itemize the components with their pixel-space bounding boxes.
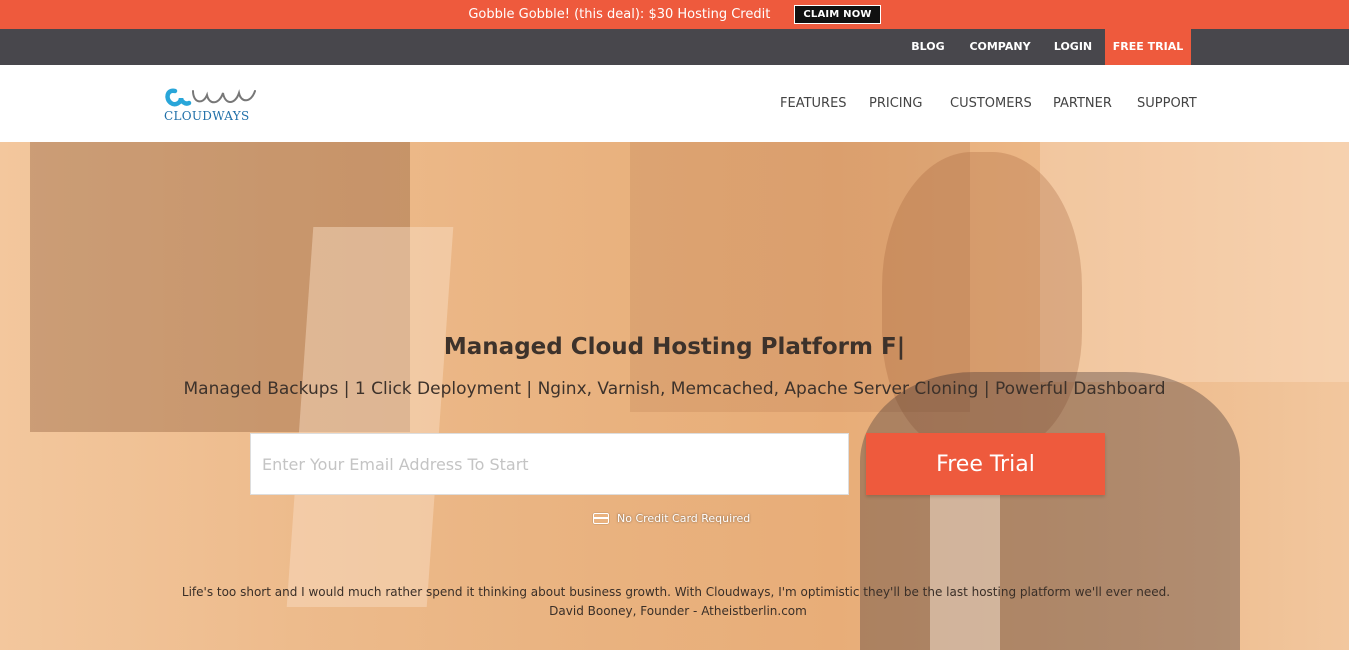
cloudways-logo[interactable]: CLOUDWAYS [163, 83, 259, 127]
testimonial-author: David Booney, Founder - Atheistberlin.co… [549, 604, 807, 618]
no-credit-card-note: No Credit Card Required [593, 510, 750, 526]
testimonial-quote: Life's too short and I would much rather… [181, 585, 1171, 599]
hero-background-monitor [286, 227, 454, 607]
util-link-login[interactable]: LOGIN [1044, 29, 1102, 65]
nav-customers[interactable]: CUSTOMERS [950, 65, 1032, 142]
claim-now-button[interactable]: CLAIM NOW [794, 5, 881, 24]
utility-bar: BLOG COMPANY LOGIN FREE TRIAL [0, 29, 1349, 65]
promo-bar: Gobble Gobble! (this deal): $30 Hosting … [0, 0, 1349, 29]
nav-features[interactable]: FEATURES [780, 65, 847, 142]
util-link-company[interactable]: COMPANY [962, 29, 1038, 65]
util-link-free-trial[interactable]: FREE TRIAL [1105, 29, 1191, 65]
email-input[interactable] [250, 433, 849, 495]
hero-title: Managed Cloud Hosting Platform F| [443, 334, 906, 360]
hero-section: Managed Cloud Hosting Platform F| Manage… [0, 142, 1349, 650]
nav-pricing[interactable]: PRICING [869, 65, 922, 142]
promo-text: Gobble Gobble! (this deal): $30 Hosting … [468, 7, 771, 22]
credit-card-icon [593, 512, 609, 524]
hero-background-shirt [930, 472, 1000, 650]
logo-text: CLOUDWAYS [164, 109, 250, 123]
nav-support[interactable]: SUPPORT [1137, 65, 1197, 142]
main-header: CLOUDWAYS FEATURES PRICING CUSTOMERS PAR… [0, 65, 1349, 142]
util-link-blog[interactable]: BLOG [900, 29, 956, 65]
free-trial-button[interactable]: Free Trial [866, 433, 1105, 495]
nav-partner[interactable]: PARTNER [1053, 65, 1112, 142]
no-credit-card-text: No Credit Card Required [617, 511, 751, 525]
cloudways-wave-logo-icon [165, 88, 256, 107]
hero-subtitle: Managed Backups | 1 Click Deployment | N… [183, 379, 1166, 399]
